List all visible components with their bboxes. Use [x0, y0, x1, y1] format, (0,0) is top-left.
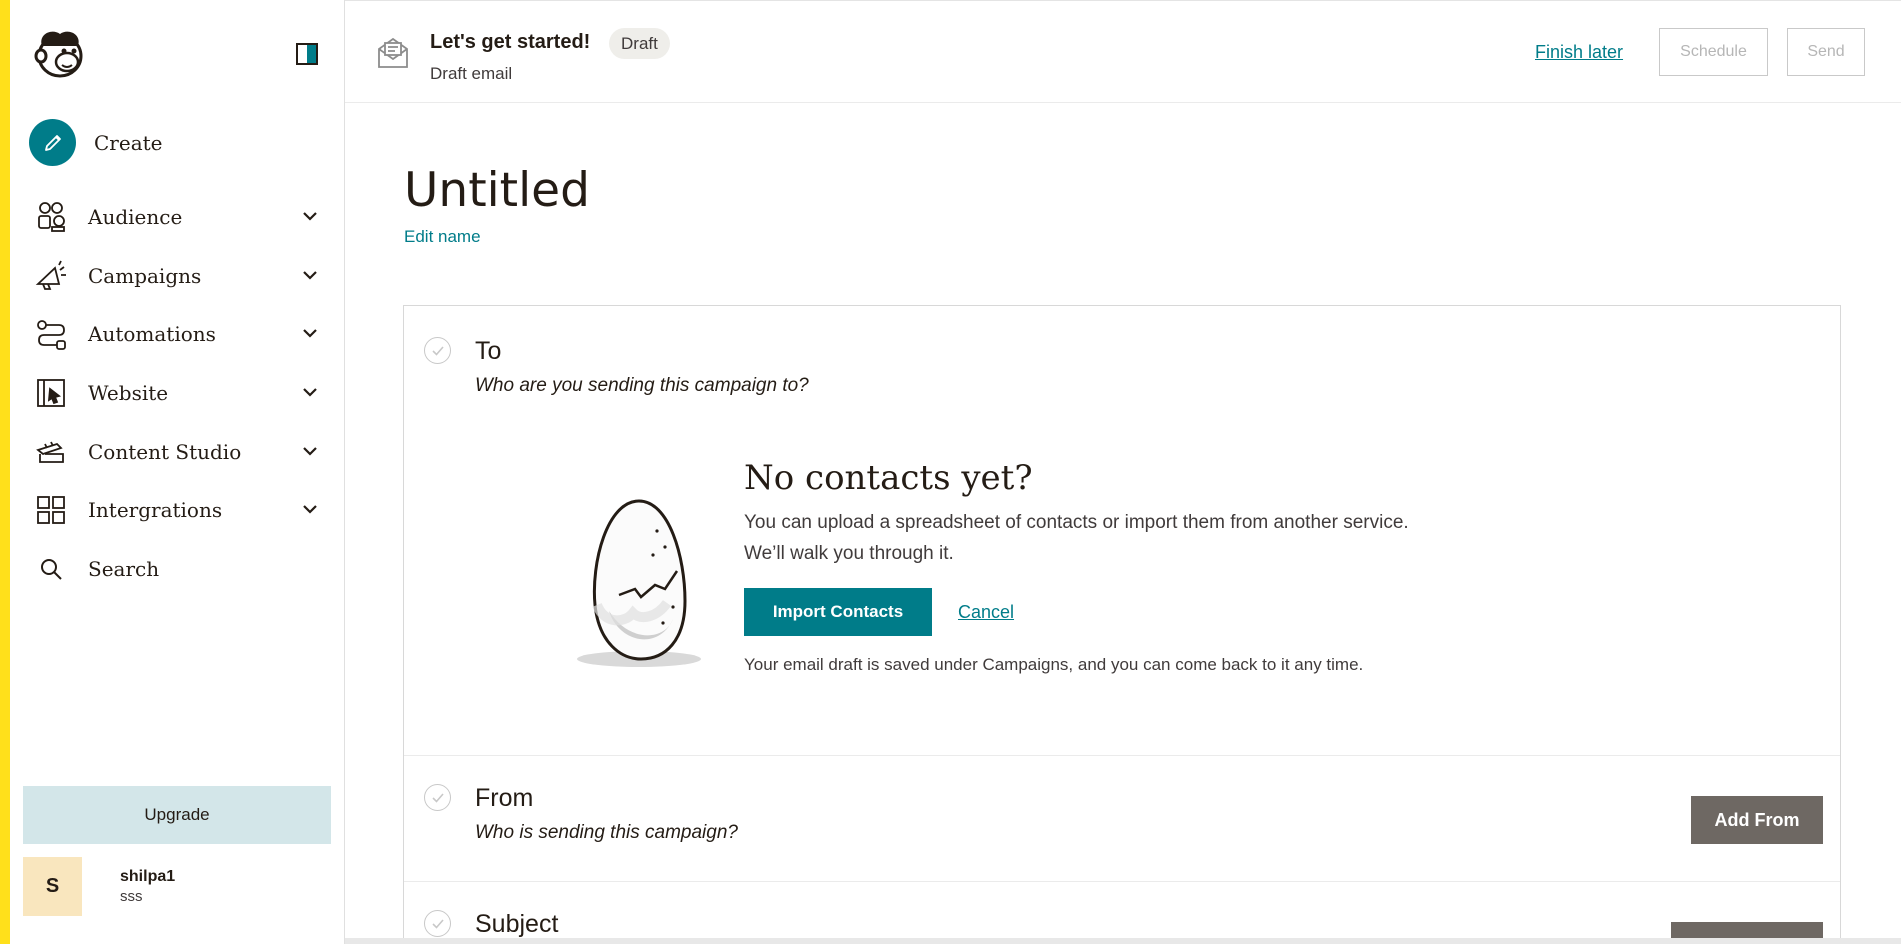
egg-illustration-icon — [569, 493, 709, 669]
content-studio-icon — [34, 435, 68, 469]
sidebar-item-label: Campaigns — [88, 263, 202, 288]
sidebar-item-content-studio[interactable]: Content Studio — [34, 422, 334, 481]
campaign-title: Untitled — [404, 163, 590, 218]
no-contacts-line-1: You can upload a spreadsheet of contacts… — [744, 512, 1409, 533]
from-title: From — [475, 784, 534, 812]
integrations-icon — [34, 493, 68, 527]
from-description: Who is sending this campaign? — [475, 822, 738, 843]
email-draft-icon — [377, 35, 409, 69]
account-profile[interactable]: S shilpa1 sss — [23, 857, 175, 916]
page-heading: Let's get started! — [430, 31, 591, 53]
to-description: Who are you sending this campaign to? — [475, 375, 809, 396]
profile-name: shilpa1 — [120, 868, 176, 885]
sidebar-nav: Audience Campaigns Automations Website C… — [34, 188, 334, 598]
sidebar-item-label: Content Studio — [88, 439, 242, 464]
upgrade-button[interactable]: Upgrade — [23, 786, 331, 844]
finish-later-link[interactable]: Finish later — [1535, 42, 1623, 63]
sidebar-item-label: Website — [88, 381, 169, 406]
create-button[interactable]: Create — [29, 119, 163, 166]
schedule-button[interactable]: Schedule — [1659, 28, 1768, 76]
chevron-down-icon[interactable] — [302, 443, 318, 461]
page-bottom-edge — [345, 938, 1901, 944]
campaign-header: Let's get started! Draft Draft email Fin… — [345, 0, 1901, 103]
main-content: Untitled Edit name To Who are you sendin… — [345, 103, 1901, 944]
sidebar-item-campaigns[interactable]: Campaigns — [34, 247, 334, 306]
sidebar-item-search[interactable]: Search — [34, 540, 334, 599]
no-contacts-line-2: We’ll walk you through it. — [744, 543, 954, 564]
status-badge: Draft — [609, 28, 670, 59]
chevron-down-icon[interactable] — [302, 384, 318, 402]
sidebar-item-automations[interactable]: Automations — [34, 305, 334, 364]
add-from-button[interactable]: Add From — [1691, 796, 1823, 844]
automations-icon — [34, 317, 68, 351]
sidebar-item-label: Automations — [88, 322, 216, 347]
subject-title: Subject — [475, 910, 559, 938]
checkmark-circle-icon — [424, 910, 451, 937]
no-contacts-heading: No contacts yet? — [744, 458, 1033, 498]
website-icon — [34, 376, 68, 410]
sidebar-item-audience[interactable]: Audience — [34, 188, 334, 247]
from-section: From Who is sending this campaign? Add F… — [404, 756, 1840, 882]
sidebar-item-label: Intergrations — [88, 498, 223, 523]
campaign-checklist: To Who are you sending this campaign to?… — [403, 305, 1841, 944]
cancel-link[interactable]: Cancel — [958, 602, 1014, 623]
profile-account: sss — [120, 888, 143, 905]
send-button[interactable]: Send — [1787, 28, 1865, 76]
chevron-down-icon[interactable] — [302, 501, 318, 519]
campaign-type: Draft email — [430, 64, 513, 83]
mailchimp-logo-icon[interactable] — [34, 26, 86, 80]
draft-saved-note: Your email draft is saved under Campaign… — [744, 655, 1364, 674]
edit-name-link[interactable]: Edit name — [404, 227, 481, 247]
sidebar-item-label: Audience — [88, 205, 183, 230]
chevron-down-icon[interactable] — [302, 267, 318, 285]
sidebar-item-label: Search — [88, 556, 160, 581]
checkmark-circle-icon — [424, 784, 451, 811]
import-contacts-button[interactable]: Import Contacts — [744, 588, 932, 636]
checkmark-circle-icon — [424, 337, 451, 364]
chevron-down-icon[interactable] — [302, 325, 318, 343]
pencil-icon — [29, 119, 76, 166]
create-label: Create — [94, 130, 163, 155]
audience-icon — [34, 200, 68, 234]
brand-accent-strip — [0, 0, 10, 944]
chevron-down-icon[interactable] — [302, 208, 318, 226]
subject-section: Subject Add Subject — [404, 882, 1840, 944]
to-title: To — [475, 337, 502, 365]
search-icon — [34, 552, 68, 586]
avatar: S — [23, 857, 82, 916]
sidebar: Create Audience Campaigns Automations We… — [10, 0, 345, 944]
sidebar-item-website[interactable]: Website — [34, 364, 334, 423]
sidebar-item-integrations[interactable]: Intergrations — [34, 481, 334, 540]
campaigns-icon — [34, 259, 68, 293]
to-section: To Who are you sending this campaign to?… — [404, 306, 1840, 756]
collapse-sidebar-button[interactable] — [296, 43, 318, 65]
